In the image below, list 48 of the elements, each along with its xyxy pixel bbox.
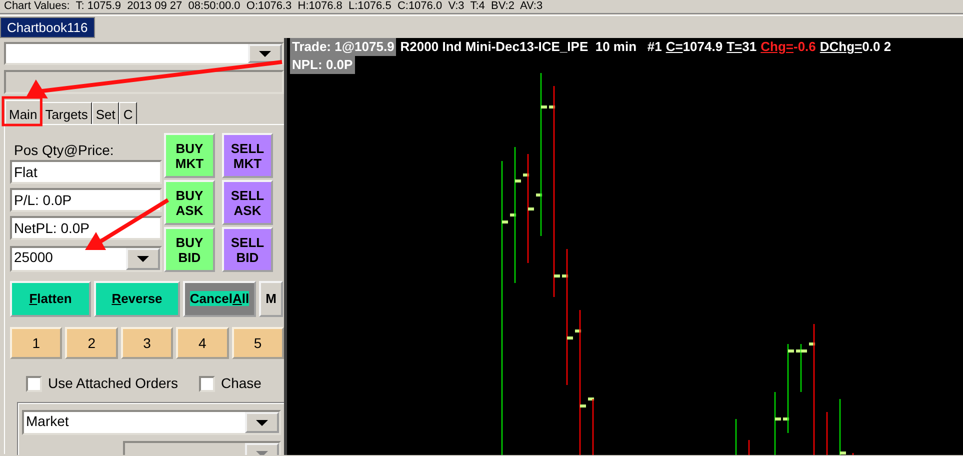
action-button[interactable]: Reverse [94,281,180,317]
position-label: Pos Qty@Price: [13,143,115,157]
dropdown-arrow-icon [256,420,268,426]
chart-info: 31 [742,38,757,56]
action-button[interactable]: Flatten [10,281,91,317]
highlight-box [2,96,42,126]
stat-label: Chg= [760,38,794,56]
readout-field: NetPL: 0.0P [10,216,162,240]
panel-tab[interactable]: C [119,102,137,124]
trade-info: Trade: 1@1075.9 [290,38,396,56]
dropdown-arrow-icon [259,50,271,56]
order-button[interactable]: BUY BID [164,227,215,272]
panel-tab[interactable]: Main [5,100,42,124]
chart-info: 1074.9 [682,38,723,56]
order-button[interactable]: BUY MKT [164,133,215,178]
chart-info: R2000 Ind Mini-Dec13-ICE_IPE 10 min #1 [400,38,662,56]
chartbook-tab[interactable]: Chartbook116 [0,17,95,38]
symbol-combo[interactable] [4,42,284,65]
order-button[interactable]: SELL MKT [222,133,273,178]
quick-button[interactable]: 1 [10,327,62,359]
dropdown-arrow-icon [256,450,268,455]
dropdown-arrow-icon [137,256,149,262]
chart-info: 0.0 2 [862,38,892,56]
panel-tab[interactable]: Targets [41,102,92,124]
quick-button[interactable]: 4 [176,327,229,359]
checkbox-label: Use Attached Orders [48,374,178,393]
chart-values-text: Chart Values: T: 1075.9 2013 09 27 08:50:00.0 O:1076.3 H:1076.8 L:1076.5 C:1076.0 V:3 T:4 BV:2 AV:3 [3,0,544,13]
readout-field: P/L: 0.0P [10,188,162,212]
order-button[interactable]: SELL ASK [222,180,273,225]
chart-info: -0.6 [793,38,816,56]
action-button[interactable]: CancelAll [183,281,256,317]
panel-tab[interactable]: Set [92,102,120,124]
quick-button[interactable]: 2 [65,327,118,359]
checkbox[interactable] [198,376,215,392]
checkbox-label: Chase [220,374,262,393]
order-type-combo[interactable]: Market [22,410,281,435]
quick-button[interactable]: 3 [120,327,174,359]
stat-label: C= [666,38,683,56]
order-button[interactable]: BUY ASK [164,180,215,225]
checkbox[interactable] [26,376,42,392]
quick-button[interactable]: 5 [232,327,284,359]
stat-label: DChg= [820,38,862,56]
stat-label: T= [726,38,742,56]
order-button[interactable]: SELL BID [222,227,273,272]
trade-info: NPL: 0.0P [290,56,355,74]
readout-field: Flat [10,160,162,184]
quantity-combo[interactable]: 25000 [10,246,162,272]
action-button[interactable]: M [259,281,283,317]
